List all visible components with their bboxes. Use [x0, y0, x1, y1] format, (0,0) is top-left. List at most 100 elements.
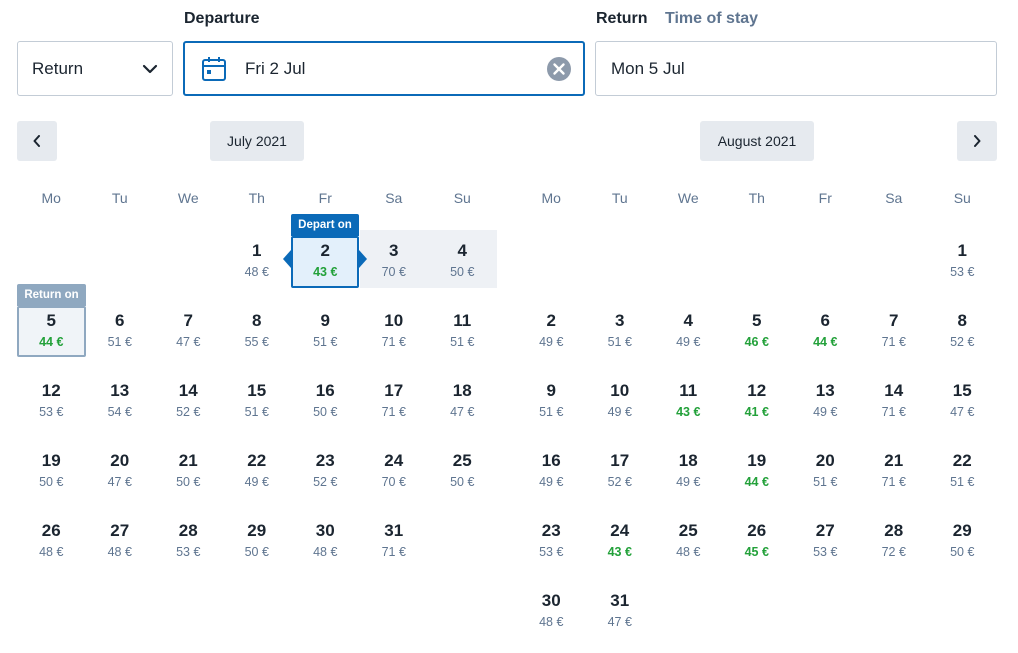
next-month-button[interactable] [957, 121, 997, 161]
calendar-day[interactable]: 1 53 € [928, 230, 997, 288]
weekday-header: Th [248, 190, 265, 206]
calendar-day[interactable]: 18 47 € [428, 370, 497, 428]
calendar-day[interactable]: 6 44 € [791, 300, 860, 358]
calendar-day[interactable]: 5 46 € [723, 300, 792, 358]
calendar-day[interactable]: 8 55 € [223, 300, 292, 358]
day-price: 49 € [539, 475, 564, 489]
day-number: 30 [315, 521, 335, 540]
calendar-day[interactable]: 15 51 € [223, 370, 292, 428]
calendar-day[interactable]: 13 49 € [791, 370, 860, 428]
day-price: 47 € [176, 335, 201, 349]
day-price: 50 € [313, 405, 338, 419]
calendar-day[interactable]: 3 70 € [360, 230, 429, 288]
calendar-day[interactable]: 28 72 € [860, 510, 929, 568]
calendar-day[interactable]: 21 50 € [154, 440, 223, 498]
calendar-day[interactable]: 17 52 € [586, 440, 655, 498]
calendar-day[interactable]: 25 48 € [654, 510, 723, 568]
calendar-day[interactable]: 3 51 € [586, 300, 655, 358]
calendar-day[interactable]: 30 48 € [517, 580, 586, 638]
calendar-day[interactable]: 7 47 € [154, 300, 223, 358]
calendar-day[interactable]: 16 50 € [291, 370, 360, 428]
calendar-day[interactable]: 14 52 € [154, 370, 223, 428]
calendar-day[interactable]: 27 53 € [791, 510, 860, 568]
calendar-day[interactable]: 31 71 € [360, 510, 429, 568]
weekday-header: Sa [385, 190, 403, 206]
day-price: 51 € [607, 335, 632, 349]
prev-month-button[interactable] [17, 121, 57, 161]
month-title-july: July 2021 [210, 121, 304, 161]
calendar-day[interactable]: 10 71 € [360, 300, 429, 358]
day-number: 26 [747, 521, 767, 540]
calendar-day[interactable]: 15 47 € [928, 370, 997, 428]
day-number: 29 [952, 521, 972, 540]
calendar-day[interactable]: 5 44 € [17, 300, 86, 358]
calendar-day[interactable]: 26 48 € [17, 510, 86, 568]
calendar-day[interactable]: 22 49 € [223, 440, 292, 498]
calendar-day[interactable]: 2 43 € [291, 230, 360, 288]
calendar-day[interactable]: 12 53 € [17, 370, 86, 428]
calendar-day[interactable]: 30 48 € [291, 510, 360, 568]
day-price: 70 € [381, 475, 406, 489]
calendar-day[interactable]: 2 49 € [517, 300, 586, 358]
calendar-day[interactable]: 24 70 € [360, 440, 429, 498]
day-price: 48 € [313, 545, 338, 559]
calendar-day[interactable]: 20 51 € [791, 440, 860, 498]
day-number: 28 [884, 521, 904, 540]
weekday-header: Mo [41, 190, 61, 206]
calendar-day[interactable]: 7 71 € [860, 300, 929, 358]
calendar-day[interactable]: 16 49 € [517, 440, 586, 498]
calendar-day[interactable]: 27 48 € [86, 510, 155, 568]
day-number: 18 [452, 381, 472, 400]
calendar-day[interactable]: 31 47 € [586, 580, 655, 638]
calendar-day[interactable]: 12 41 € [723, 370, 792, 428]
calendar-day[interactable]: 19 50 € [17, 440, 86, 498]
day-price: 48 € [244, 265, 269, 279]
calendar-day[interactable]: 9 51 € [517, 370, 586, 428]
calendar-day[interactable]: 10 49 € [586, 370, 655, 428]
departure-date-input[interactable]: Fri 2 Jul [183, 41, 585, 96]
calendar-day[interactable]: 20 47 € [86, 440, 155, 498]
calendar-day[interactable]: 4 50 € [428, 230, 497, 288]
day-number: 10 [610, 381, 630, 400]
calendar-day[interactable]: 24 43 € [586, 510, 655, 568]
calendar-day[interactable]: 26 45 € [723, 510, 792, 568]
calendar-day[interactable]: 23 53 € [517, 510, 586, 568]
day-price: 43 € [607, 545, 632, 559]
calendar-day[interactable]: 9 51 € [291, 300, 360, 358]
trip-type-select[interactable]: Return [17, 41, 173, 96]
calendar-day[interactable]: 14 71 € [860, 370, 929, 428]
calendar-day[interactable]: 4 49 € [654, 300, 723, 358]
day-number: 25 [678, 521, 698, 540]
calendar-day[interactable]: 18 49 € [654, 440, 723, 498]
day-number: 14 [178, 381, 198, 400]
calendar-day[interactable]: 11 43 € [654, 370, 723, 428]
day-price: 48 € [107, 545, 132, 559]
calendar-day[interactable]: 28 53 € [154, 510, 223, 568]
calendar-day[interactable]: 13 54 € [86, 370, 155, 428]
day-number: 1 [957, 241, 967, 260]
calendar-day[interactable]: 21 71 € [860, 440, 929, 498]
day-price: 49 € [676, 475, 701, 489]
chevron-down-icon [142, 64, 158, 74]
calendar-day[interactable]: 19 44 € [723, 440, 792, 498]
clear-icon[interactable] [547, 56, 571, 81]
calendar-day[interactable]: 22 51 € [928, 440, 997, 498]
day-price: 53 € [39, 405, 64, 419]
calendar-day[interactable]: 6 51 € [86, 300, 155, 358]
day-price: 71 € [881, 475, 906, 489]
day-price: 71 € [881, 405, 906, 419]
calendar-day[interactable]: 11 51 € [428, 300, 497, 358]
calendar-day[interactable]: 23 52 € [291, 440, 360, 498]
calendar-day[interactable]: 1 48 € [223, 230, 292, 288]
calendar-day[interactable]: 17 71 € [360, 370, 429, 428]
day-price: 45 € [744, 545, 769, 559]
day-price: 51 € [107, 335, 132, 349]
day-price: 51 € [244, 405, 269, 419]
calendar-day[interactable]: 8 52 € [928, 300, 997, 358]
time-of-stay-link[interactable]: Time of stay [665, 10, 758, 28]
calendar-day[interactable]: 25 50 € [428, 440, 497, 498]
return-date-input[interactable]: Mon 5 Jul [595, 41, 997, 96]
day-price: 52 € [176, 405, 201, 419]
calendar-day[interactable]: 29 50 € [928, 510, 997, 568]
calendar-day[interactable]: 29 50 € [223, 510, 292, 568]
